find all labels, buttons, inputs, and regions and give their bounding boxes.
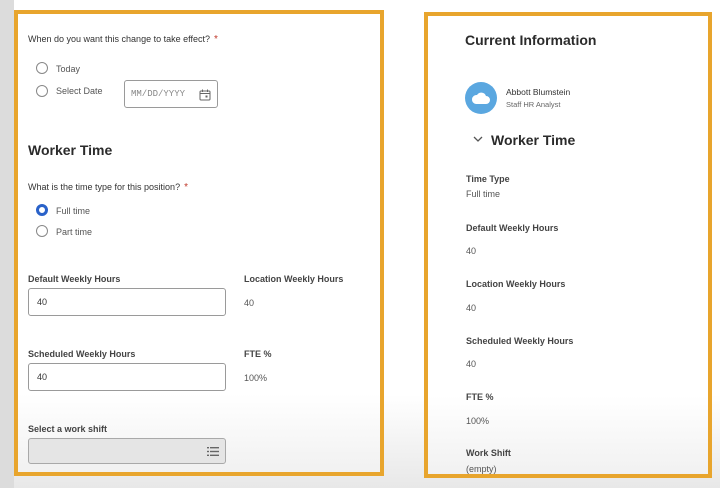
fte-label: FTE % [244, 349, 272, 359]
default-weekly-hours-value: 40 [466, 246, 477, 256]
worker-time-form-panel: When do you want this change to take eff… [14, 10, 384, 476]
fte-value: 100% [244, 373, 268, 383]
location-weekly-hours-label: Location Weekly Hours [244, 274, 344, 284]
work-shift-value: (empty) [466, 464, 497, 474]
scheduled-weekly-hours-value: 40 [37, 372, 48, 382]
time-type-value: Full time [466, 189, 501, 199]
calendar-icon[interactable] [199, 89, 211, 101]
radio-part-time-label: Part time [56, 227, 93, 237]
worker-role: Staff HR Analyst [506, 100, 561, 109]
effective-date-question: When do you want this change to take eff… [28, 34, 218, 45]
required-asterisk: * [213, 34, 218, 45]
scheduled-weekly-hours-value: 40 [466, 359, 477, 369]
default-weekly-hours-label: Default Weekly Hours [466, 223, 559, 233]
work-shift-label: Work Shift [466, 448, 511, 458]
current-information-title: Current Information [465, 32, 597, 48]
cloud-icon [471, 92, 490, 104]
radio-full-time[interactable] [36, 204, 48, 216]
radio-full-time-label: Full time [56, 206, 91, 216]
location-weekly-hours-value: 40 [466, 303, 477, 313]
fte-label: FTE % [466, 392, 494, 402]
scheduled-weekly-hours-label: Scheduled Weekly Hours [466, 336, 574, 346]
avatar[interactable] [465, 82, 497, 114]
date-placeholder: MM/DD/YYYY [131, 89, 186, 99]
required-asterisk: * [184, 182, 188, 193]
worker-time-title: Worker Time [28, 142, 113, 158]
location-weekly-hours-value: 40 [244, 298, 255, 308]
worker-time-section-title[interactable]: Worker Time [491, 132, 575, 148]
worker-name[interactable]: Abbott Blumstein [506, 87, 570, 97]
default-weekly-hours-label: Default Weekly Hours [28, 274, 121, 284]
time-type-label: Time Type [466, 174, 510, 184]
fte-value: 100% [466, 416, 490, 426]
effective-date-input[interactable]: MM/DD/YYYY [124, 80, 218, 108]
radio-select-date-label: Select Date [56, 86, 103, 96]
chevron-down-icon[interactable] [473, 136, 483, 143]
current-information-panel: Current Information Abbott Blumstein Sta… [424, 12, 712, 478]
radio-today-label: Today [56, 64, 81, 74]
work-shift-select[interactable] [28, 438, 226, 464]
radio-select-date[interactable] [36, 85, 48, 97]
list-icon[interactable] [207, 446, 219, 457]
work-shift-label: Select a work shift [28, 424, 108, 434]
time-type-question: What is the time type for this position?… [28, 182, 188, 193]
radio-part-time[interactable] [36, 225, 48, 237]
default-weekly-hours-value: 40 [37, 297, 48, 307]
left-edge-strip [0, 0, 14, 488]
scheduled-weekly-hours-input[interactable]: 40 [28, 363, 226, 391]
effective-date-question-text: When do you want this change to take eff… [28, 34, 210, 44]
scheduled-weekly-hours-label: Scheduled Weekly Hours [28, 349, 136, 359]
location-weekly-hours-label: Location Weekly Hours [466, 279, 566, 289]
default-weekly-hours-input[interactable]: 40 [28, 288, 226, 316]
time-type-question-text: What is the time type for this position? [28, 182, 181, 192]
radio-today[interactable] [36, 62, 48, 74]
